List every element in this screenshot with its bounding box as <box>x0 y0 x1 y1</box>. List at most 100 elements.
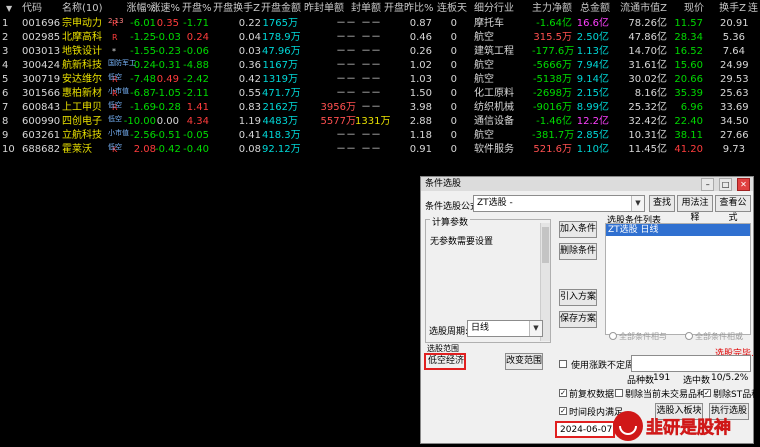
uncertain-period-field[interactable] <box>631 355 751 372</box>
header-net[interactable]: 主力净额 <box>528 2 572 16</box>
untraded-checkbox[interactable] <box>615 389 623 397</box>
open-pct: 1.41 <box>186 102 209 113</box>
header-code[interactable]: 代码 <box>22 2 62 16</box>
stock-name: 宗申动力 <box>62 18 102 29</box>
open-amount: 178.9万 <box>262 32 301 43</box>
open-pct: -4.88 <box>183 60 209 71</box>
header-turnz[interactable]: 换手Z <box>714 2 746 16</box>
main-net: -5138万 <box>532 74 572 85</box>
time-range-checkbox[interactable]: ✓ <box>559 407 567 415</box>
header-open[interactable]: 开盘% <box>182 2 212 16</box>
uncertain-period-checkbox[interactable] <box>559 360 567 368</box>
to-board-button[interactable]: 选股入板块 <box>655 403 703 420</box>
header-name[interactable]: 名称(10) <box>62 2 110 16</box>
header-seal[interactable]: 封单额 <box>346 2 381 16</box>
close-icon[interactable]: ✕ <box>737 178 750 191</box>
turnover-z: 5.36 <box>722 32 745 43</box>
header-total[interactable]: 总金额 <box>574 2 610 16</box>
seal-amount: 1331万 <box>355 116 391 127</box>
condition-list[interactable]: ZT选股 日线 <box>605 223 751 335</box>
open-turnover: 0.83 <box>238 102 261 113</box>
total-amount: 7.94亿 <box>576 60 609 71</box>
header-amt[interactable]: 开盘金额 <box>261 2 301 16</box>
open-ratio: 3.98 <box>409 102 432 113</box>
open-turnover: 0.55 <box>238 88 261 99</box>
sort-arrow-icon[interactable]: ▼ <box>6 2 12 16</box>
price: 16.52 <box>674 46 703 57</box>
prev-seal: －－ <box>336 46 356 57</box>
total-amount: 2.85亿 <box>576 130 609 141</box>
add-condition-button[interactable]: 加入条件 <box>559 221 597 238</box>
open-ratio: 1.50 <box>409 88 432 99</box>
stock-tag: 低空 <box>108 115 122 123</box>
speed-pct: -0.23 <box>155 46 181 57</box>
minimize-icon[interactable]: – <box>701 178 715 191</box>
radio-or[interactable] <box>685 332 693 340</box>
speed-pct: 0.49 <box>156 74 179 85</box>
st-checkbox[interactable]: ✓ <box>703 389 711 397</box>
radio-and[interactable] <box>609 332 617 340</box>
scrollbar-thumb[interactable] <box>542 227 549 263</box>
header-cap[interactable]: 流通市值Z <box>616 2 667 16</box>
formula-select[interactable]: ZT选股 - ▼ <box>473 195 645 212</box>
stock-name: 霍莱沃 <box>62 144 92 155</box>
table-row[interactable]: 2 002985 北摩高科 -1.25 -0.03 0.24 0.04 178.9万 －－ －－ 0… <box>0 31 760 45</box>
row-number: 6 <box>2 88 9 99</box>
open-amount: 1167万 <box>262 60 298 71</box>
period-label: 选股周期: <box>429 327 469 337</box>
open-pct: -0.40 <box>183 144 209 155</box>
import-plan-button[interactable]: 引入方案 <box>559 289 597 306</box>
header-spd[interactable]: 涨速% <box>150 2 180 16</box>
open-pct: -2.42 <box>183 74 209 85</box>
scope-value[interactable]: 低空经济 <box>424 353 466 370</box>
prev-seal: －－ <box>336 32 356 43</box>
open-pct: -1.71 <box>183 18 209 29</box>
table-row[interactable]: 1 001696 宗申动力 -6.01 0.35 -1.71 0.22 1765万 －－ －－ 0.… <box>0 17 760 31</box>
view-formula-button[interactable]: 查看公式 <box>715 195 751 223</box>
header-pre[interactable]: 昨封单额 <box>304 2 344 16</box>
seal-amount: －－ <box>361 130 381 141</box>
prev-seal: －－ <box>336 144 356 155</box>
stock-name: 安达维尔 <box>62 74 102 85</box>
date-value: 2024-06-07 <box>560 425 613 435</box>
limit-days: 0 <box>450 88 457 99</box>
limit-days: 0 <box>450 130 457 141</box>
date-picker[interactable]: 2024-06-07 <box>555 421 615 438</box>
change-scope-button[interactable]: 改变范围 <box>505 353 543 370</box>
fq-checkbox[interactable]: ✓ <box>559 389 567 397</box>
delete-condition-button[interactable]: 删除条件 <box>559 243 597 260</box>
float-cap: 78.26亿 <box>628 18 667 29</box>
price: 28.34 <box>674 32 703 43</box>
stock-tag: 小市值 <box>108 129 129 137</box>
row-number: 2 <box>2 32 9 43</box>
maximize-icon[interactable]: □ <box>719 178 733 191</box>
header-industry[interactable]: 细分行业 <box>474 2 514 16</box>
condition-list-item[interactable]: ZT选股 日线 <box>606 224 750 236</box>
params-text: 无参数需要设置 <box>430 237 494 247</box>
dialog-title-bar[interactable]: 条件选股 – □ ✕ <box>421 177 753 191</box>
prev-seal: 3956万 <box>320 102 356 113</box>
stock-name: 上工申贝 <box>62 102 102 113</box>
period-value: 日线 <box>471 323 490 333</box>
execute-button[interactable]: 执行选股 <box>709 403 749 420</box>
find-button[interactable]: 查找 <box>649 195 675 212</box>
header-ratio[interactable]: 开盘昨比% <box>384 2 434 16</box>
period-select[interactable]: 日线 ▼ <box>467 320 543 337</box>
table-row[interactable]: 10 688682 霍莱沃 2.08 -0.42 -0.40 0.08 92.12万 －－ －－ 0… <box>0 143 760 157</box>
header-lian[interactable]: 连 <box>748 2 758 16</box>
main-net: -177.6万 <box>532 46 575 57</box>
float-cap: 8.16亿 <box>634 88 667 99</box>
open-amount: 471.7万 <box>262 88 301 99</box>
turnover-z: 33.69 <box>720 102 749 113</box>
header-price[interactable]: 现价 <box>678 2 704 16</box>
header-turn[interactable]: 开盘换手Z <box>212 2 260 16</box>
stock-code: 688682 <box>22 144 61 155</box>
open-turnover: 0.08 <box>238 144 261 155</box>
price: 38.11 <box>674 130 703 141</box>
save-plan-button[interactable]: 保存方案 <box>559 311 597 328</box>
usage-button[interactable]: 用法注释 <box>677 195 713 223</box>
header-days[interactable]: 连板天 <box>437 2 467 16</box>
main-net: -1.64亿 <box>536 18 572 29</box>
float-cap: 47.86亿 <box>628 32 667 43</box>
speed-pct: -0.42 <box>155 144 181 155</box>
